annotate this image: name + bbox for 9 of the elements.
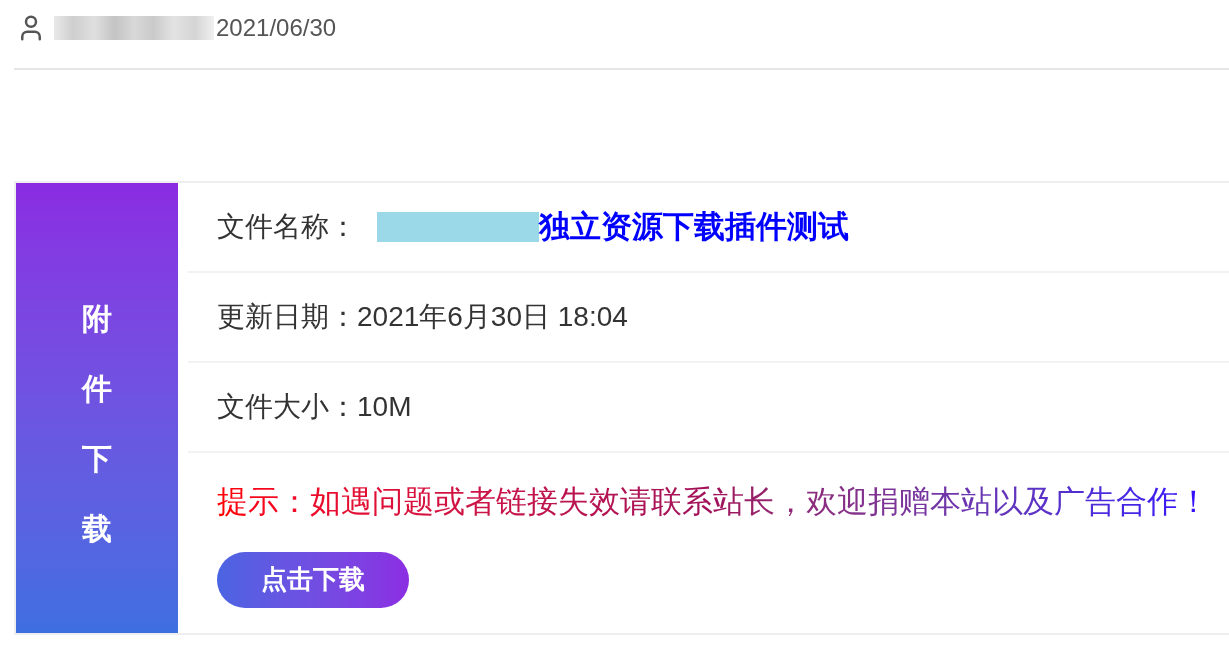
field-label: 更新日期：	[217, 300, 357, 334]
side-label: 附件下载	[82, 301, 112, 547]
field-label: 文件名称：	[217, 210, 357, 244]
post-date: 2021/06/30	[216, 12, 337, 43]
file-title: 独立资源下载插件测试	[539, 207, 849, 246]
field-value: 10M	[357, 390, 412, 424]
download-button[interactable]: 点击下载	[217, 551, 409, 608]
field-label: 文件大小：	[217, 390, 357, 424]
field-value: 2021年6月30日 18:04	[357, 300, 628, 334]
